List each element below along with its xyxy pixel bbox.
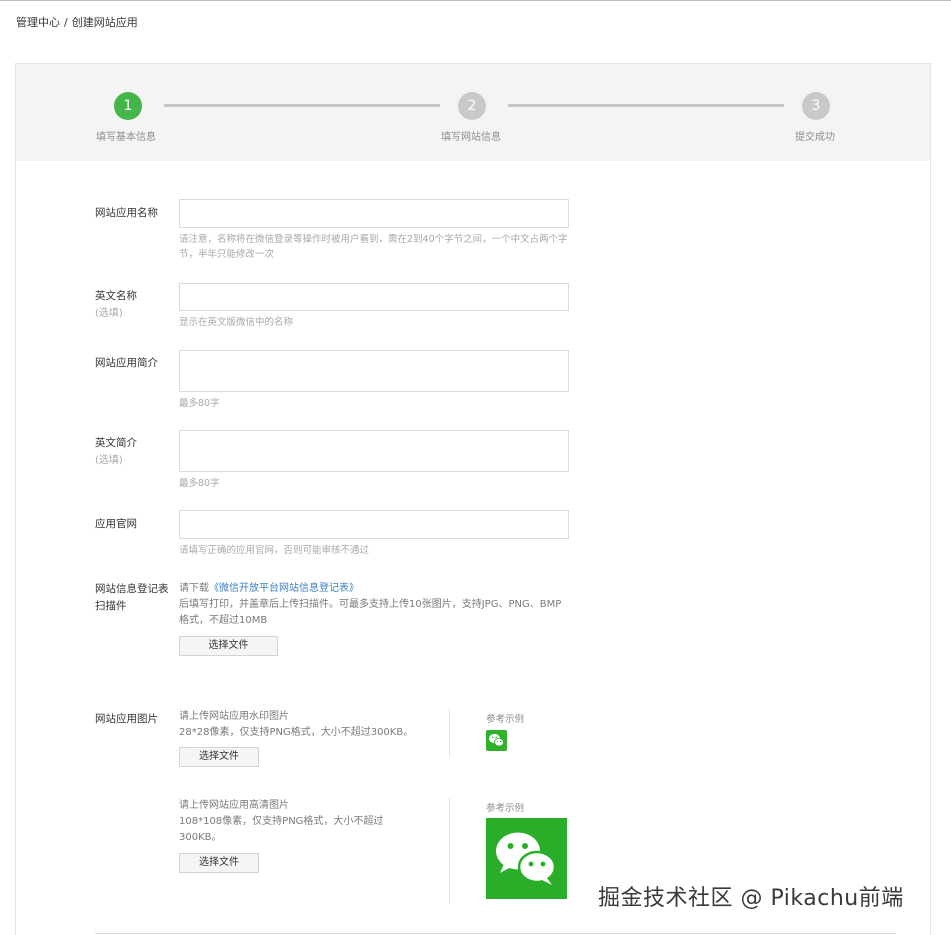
en-name-label: 英文名称 (选填) bbox=[95, 288, 137, 322]
registration-hint-body: 后填写打印，并盖章后上传扫描件。可最多支持上传10张图片，支持JPG、PNG、B… bbox=[179, 599, 562, 626]
registration-label-line1: 网站信息登记表 bbox=[95, 583, 169, 595]
registration-label: 网站信息登记表 扫描件 bbox=[95, 581, 169, 615]
en-intro-label-text: 英文简介 bbox=[95, 437, 137, 449]
en-intro-textarea[interactable] bbox=[179, 430, 569, 472]
app-name-label: 网站应用名称 bbox=[95, 207, 158, 219]
breadcrumb: 管理中心 / 创建网站应用 bbox=[16, 14, 138, 30]
registration-label-line2: 扫描件 bbox=[95, 600, 127, 612]
registration-hint-prefix: 请下载 bbox=[179, 583, 209, 594]
top-border bbox=[0, 0, 951, 1]
bottom-divider bbox=[95, 933, 896, 934]
en-intro-hint: 最多80字 bbox=[179, 478, 220, 489]
app-image-label: 网站应用图片 bbox=[95, 713, 158, 725]
breadcrumb-current: 创建网站应用 bbox=[71, 16, 138, 29]
small-image-divider bbox=[449, 709, 450, 757]
app-name-input[interactable] bbox=[179, 199, 569, 228]
step-connector-1 bbox=[164, 104, 440, 107]
intro-textarea[interactable] bbox=[179, 350, 569, 392]
breadcrumb-root-link[interactable]: 管理中心 bbox=[16, 16, 60, 29]
large-image-hint: 请上传网站应用高清图片 108*108像素，仅支持PNG格式，大小不超过300K… bbox=[179, 798, 419, 846]
large-image-spec: 108*108像素，仅支持PNG格式，大小不超过300KB。 bbox=[179, 816, 384, 843]
step-2-circle: 2 bbox=[458, 92, 486, 120]
registration-choose-file-button[interactable]: 选择文件 bbox=[179, 636, 278, 656]
wechat-logo-icon bbox=[486, 818, 567, 899]
en-name-hint: 显示在英文版微信中的名称 bbox=[179, 317, 294, 328]
website-hint: 请填写正确的应用官网，否则可能审核不通过 bbox=[179, 545, 370, 556]
en-name-optional-tag: (选填) bbox=[95, 308, 123, 319]
large-image-choose-file-button[interactable]: 选择文件 bbox=[179, 853, 259, 873]
en-intro-label: 英文简介 (选填) bbox=[95, 435, 137, 469]
intro-hint: 最多80字 bbox=[179, 398, 220, 409]
step-3-label: 提交成功 bbox=[795, 132, 835, 143]
step-connector-2 bbox=[508, 104, 784, 107]
intro-label: 网站应用简介 bbox=[95, 357, 158, 369]
large-image-divider bbox=[449, 798, 450, 904]
registration-hint: 请下载《微信开放平台网站信息登记表》 后填写打印，并盖章后上传扫描件。可最多支持… bbox=[179, 581, 571, 629]
step-1-label: 填写基本信息 bbox=[96, 132, 156, 143]
small-image-choose-file-button[interactable]: 选择文件 bbox=[179, 747, 259, 767]
step-1-circle: 1 bbox=[114, 92, 142, 120]
breadcrumb-separator: / bbox=[64, 16, 68, 29]
step-2-label: 填写网站信息 bbox=[441, 132, 501, 143]
website-input[interactable] bbox=[179, 510, 569, 539]
watermark-text: 掘金技术社区 @ Pikachu前端 bbox=[598, 886, 904, 911]
create-app-panel: 1 2 3 填写基本信息 填写网站信息 提交成功 bbox=[15, 63, 931, 935]
step-3-circle: 3 bbox=[802, 92, 830, 120]
app-name-hint: 请注意，名称将在微信登录等操作时被用户看到，需在2到40个字节之间，一个中文占两… bbox=[179, 234, 568, 260]
small-image-title: 请上传网站应用水印图片 bbox=[179, 711, 289, 722]
en-intro-optional-tag: (选填) bbox=[95, 455, 123, 466]
en-name-input[interactable] bbox=[179, 283, 569, 311]
small-image-hint: 请上传网站应用水印图片 28*28像素，仅支持PNG格式，大小不超过300KB。 bbox=[179, 709, 439, 741]
website-label: 应用官网 bbox=[95, 518, 137, 530]
step-progress-bar: 1 2 3 填写基本信息 填写网站信息 提交成功 bbox=[16, 64, 930, 161]
en-name-label-text: 英文名称 bbox=[95, 290, 137, 302]
large-image-ref-label: 参考示例 bbox=[486, 803, 525, 814]
small-image-ref-label: 参考示例 bbox=[486, 714, 525, 725]
small-image-spec: 28*28像素，仅支持PNG格式，大小不超过300KB。 bbox=[179, 727, 414, 738]
registration-download-link[interactable]: 《微信开放平台网站信息登记表》 bbox=[209, 583, 359, 594]
wechat-logo-icon bbox=[486, 730, 507, 751]
large-image-title: 请上传网站应用高清图片 bbox=[179, 800, 289, 811]
